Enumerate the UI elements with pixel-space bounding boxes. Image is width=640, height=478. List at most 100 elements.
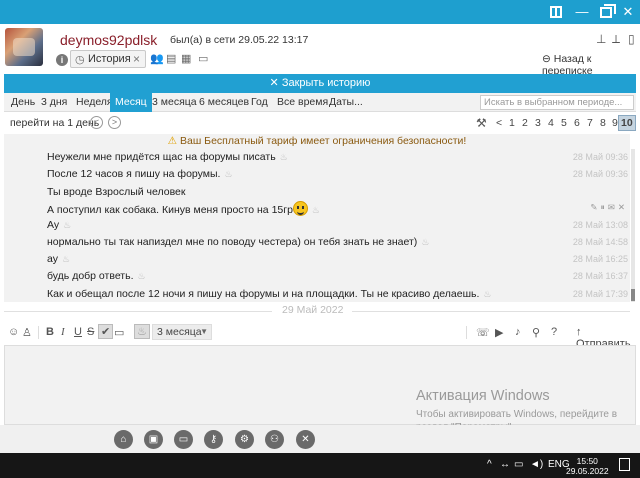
underline-button[interactable]: U	[74, 326, 82, 338]
close-history-button[interactable]: ✕ Закрыть историю	[4, 74, 636, 93]
message-item[interactable]: нормально ты так напиздел мне по поводу …	[4, 234, 630, 251]
chat-header: deymos92pdlsk был(а) в сети 29.05.22 13:…	[0, 24, 640, 77]
clock[interactable]: 15:50 29.05.2022	[566, 456, 609, 476]
date-separator: 29 Май 2022	[4, 304, 630, 318]
page-10-current[interactable]: 10	[618, 115, 636, 131]
page-3[interactable]: 3	[535, 117, 541, 129]
network-icon[interactable]: ▭	[514, 459, 523, 470]
keyboard-icon[interactable]: ▭	[114, 326, 124, 339]
message-text: Ау ♨	[47, 219, 72, 231]
history-search-input[interactable]	[480, 95, 634, 110]
page-prev[interactable]: <	[496, 117, 502, 129]
page-6[interactable]: 6	[574, 117, 580, 129]
tariff-warning: ⚠ Ваш Бесплатный тариф имеет ограничения…	[4, 134, 630, 149]
italic-button[interactable]: I	[61, 326, 65, 338]
message-item[interactable]: ау ♨ 28 Май 16:25	[4, 251, 630, 268]
fire-icon: ♨	[224, 169, 233, 179]
send-arrow-icon: ↑	[576, 326, 582, 338]
page-5[interactable]: 5	[561, 117, 567, 129]
tab-month[interactable]: Месяц	[110, 93, 152, 112]
message-text: Как и обещал после 12 ночи я пишу на фор…	[47, 288, 492, 300]
contacts-icon[interactable]: ▣	[144, 430, 163, 449]
period-select[interactable]: 3 месяца ▼	[152, 324, 212, 340]
strikethrough-button[interactable]: S	[87, 326, 94, 338]
info-icon[interactable]: i	[56, 54, 68, 66]
message-item[interactable]: Как и обещал после 12 ночи я пишу на фор…	[4, 286, 630, 303]
tab-dates[interactable]: Даты...	[329, 93, 363, 112]
tab-3-days[interactable]: 3 дня	[41, 93, 67, 112]
snap-layout-button[interactable]	[548, 4, 564, 20]
tab-history[interactable]: ◷ История ×	[70, 50, 146, 68]
history-tab-label: История	[88, 53, 131, 65]
goto-day-label[interactable]: перейти на 1 день	[10, 117, 99, 129]
fire-icon: ♨	[137, 271, 146, 281]
warning-text: Ваш Бесплатный тариф имеет ограничения б…	[180, 135, 467, 147]
contact-card-icon[interactable]: ▤	[166, 52, 176, 65]
scrollbar-thumb[interactable]	[631, 289, 635, 301]
minimize-button[interactable]: —	[574, 4, 590, 20]
page-7[interactable]: 7	[587, 117, 593, 129]
close-history-tab-icon[interactable]: ×	[133, 52, 140, 66]
pin-icon[interactable]: ⊥	[596, 32, 606, 46]
page-9[interactable]: 9	[612, 117, 618, 129]
tools-icon[interactable]: ⚒	[476, 116, 487, 130]
file-icon[interactable]: ▭	[198, 52, 208, 65]
message-text: ау ♨	[47, 253, 71, 265]
gear-icon[interactable]: ⚙	[235, 430, 254, 449]
page-2[interactable]: 2	[522, 117, 528, 129]
message-list: Неужели мне придётся щас на форумы писат…	[4, 149, 630, 302]
chevron-up-icon[interactable]: ^	[487, 459, 492, 470]
file-icon[interactable]: ▭	[174, 430, 193, 449]
teamviewer-icon[interactable]: ↔	[500, 459, 510, 470]
message-scrollbar[interactable]	[631, 149, 635, 302]
message-time: 28 Май 09:36	[572, 169, 628, 179]
message-text: Ты вроде Взрослый человек	[47, 186, 186, 198]
notification-icon[interactable]	[619, 458, 630, 471]
message-actions[interactable]: ✎⏸✉✕	[590, 202, 628, 213]
tab-6-months[interactable]: 6 месяцев	[199, 93, 249, 112]
fire-icon[interactable]: ♨	[134, 324, 150, 339]
video-icon[interactable]: ▶	[495, 326, 503, 339]
username[interactable]: deymos92pdlsk	[60, 32, 157, 48]
avatar[interactable]	[5, 28, 43, 66]
prev-day-icon[interactable]: <	[90, 116, 103, 129]
phone-icon[interactable]: ☏	[476, 326, 490, 339]
tools-icon[interactable]: ✕	[296, 430, 315, 449]
tab-3-months[interactable]: 3 месяца	[152, 93, 197, 112]
calendar-icon[interactable]: ▦	[181, 52, 191, 65]
message-item[interactable]: Неужели мне придётся щас на форумы писат…	[4, 149, 630, 166]
users-icon[interactable]: ⚇	[265, 430, 284, 449]
tab-all-time[interactable]: Все время	[277, 93, 328, 112]
check-format-button[interactable]: ✔	[98, 324, 114, 339]
mic-icon[interactable]: ♪	[515, 326, 521, 338]
smile-icon[interactable]: ☺	[8, 326, 19, 338]
next-day-icon[interactable]: >	[108, 116, 121, 129]
page-4[interactable]: 4	[548, 117, 554, 129]
message-item[interactable]: После 12 часов я пишу на форумы. ♨ 28 Май…	[4, 166, 630, 183]
tab-year[interactable]: Год	[251, 93, 268, 112]
page-1[interactable]: 1	[509, 117, 515, 129]
key-icon[interactable]: ⚷	[204, 430, 223, 449]
bold-button[interactable]: B	[46, 326, 54, 338]
volume-icon[interactable]: ◄)	[530, 459, 543, 470]
message-item[interactable]: А поступил как собака. Кинув меня просто…	[4, 199, 630, 216]
help-icon[interactable]: ?	[551, 326, 557, 338]
users-icon[interactable]: 👥	[150, 52, 164, 65]
fire-icon: ♨	[311, 205, 320, 215]
home-icon[interactable]: ⌂	[114, 430, 133, 449]
message-time: 28 Май 16:25	[572, 254, 628, 264]
message-item[interactable]: будь добр ответь. ♨ 28 Май 16:37	[4, 268, 630, 285]
attach-icon[interactable]: ⚲	[532, 326, 540, 339]
person-icon[interactable]: ♙	[22, 326, 32, 339]
maximize-button[interactable]	[598, 4, 616, 20]
thumbtack-icon[interactable]: ⟂	[612, 32, 620, 47]
tab-day[interactable]: День	[11, 93, 35, 112]
tab-week[interactable]: Неделя	[76, 93, 113, 112]
message-text: А поступил как собака. Кинув меня просто…	[47, 201, 320, 216]
message-time: 28 Май 14:58	[572, 237, 628, 247]
page-8[interactable]: 8	[600, 117, 606, 129]
last-seen-status: был(а) в сети 29.05.22 13:17	[170, 34, 309, 46]
close-window-button[interactable]: ✕	[620, 4, 636, 20]
side-panel-icon[interactable]: ▯	[628, 32, 635, 46]
message-item[interactable]: Ау ♨ 28 Май 13:08	[4, 217, 630, 234]
